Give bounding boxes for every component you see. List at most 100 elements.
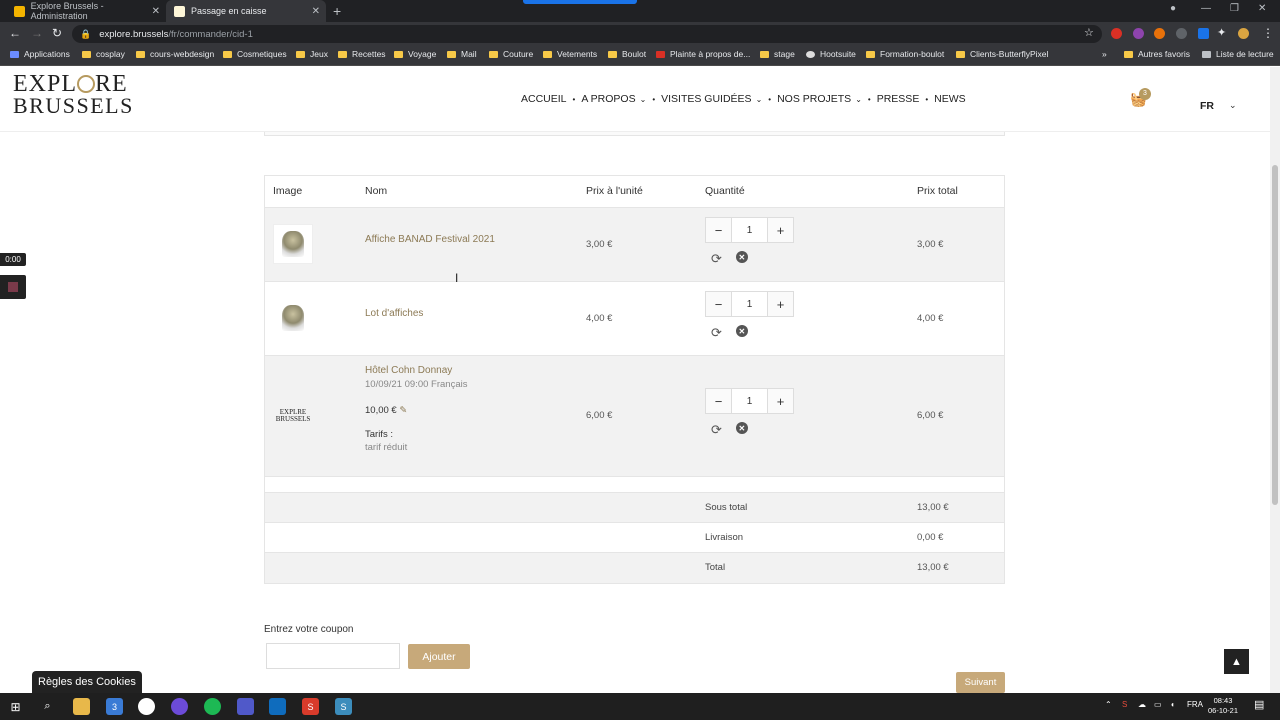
nav-a-propos[interactable]: A PROPOS ⌄ <box>581 93 646 105</box>
decrease-button[interactable]: − <box>705 291 732 317</box>
bookmark-folder[interactable]: Jeux <box>296 49 328 59</box>
coupon-input[interactable] <box>266 643 400 669</box>
back-icon[interactable]: ← <box>9 26 21 40</box>
quantity-input[interactable]: 1 <box>732 217 767 243</box>
product-name-link[interactable]: Hôtel Cohn Donnay <box>365 365 452 376</box>
new-tab-icon[interactable]: + <box>333 3 341 19</box>
bookmark-folder[interactable]: Couture <box>489 49 533 59</box>
increase-button[interactable]: + <box>767 291 794 317</box>
nav-presse[interactable]: PRESSE <box>877 93 920 105</box>
scrollbar-thumb[interactable] <box>1272 165 1278 505</box>
next-button[interactable]: Suivant <box>956 672 1005 693</box>
scroll-to-top-button[interactable]: ▲ <box>1224 649 1249 674</box>
discord-icon[interactable] <box>171 698 188 715</box>
increase-button[interactable]: + <box>767 217 794 243</box>
app-s-blue-icon[interactable]: S <box>335 698 352 715</box>
reload-icon[interactable]: ↻ <box>52 26 62 40</box>
system-clock[interactable]: 08:43 06-10-21 <box>1208 696 1238 716</box>
bookmark-folder[interactable]: Boulot <box>608 49 646 59</box>
pencil-edit-icon[interactable]: ✎ <box>399 405 407 416</box>
restore-icon[interactable]: ❐ <box>1230 3 1239 14</box>
reading-list[interactable]: Liste de lecture <box>1202 49 1274 59</box>
tab-passage-en-caisse[interactable]: Passage en caisse ✕ <box>166 0 326 22</box>
cookie-rules-button[interactable]: Règles des Cookies <box>32 671 142 693</box>
language-selector[interactable]: FR <box>1200 100 1214 112</box>
decrease-button[interactable]: − <box>705 388 732 414</box>
tray-app-icon[interactable]: S <box>1122 700 1127 709</box>
product-name-link[interactable]: Lot d'affiches <box>365 308 423 319</box>
notifications-icon[interactable]: ▤ <box>1254 698 1264 711</box>
minimize-icon[interactable]: — <box>1201 3 1211 14</box>
forward-icon[interactable]: → <box>31 26 43 40</box>
browser-menu-icon[interactable]: ⋮ <box>1262 26 1274 40</box>
extension-red-icon[interactable] <box>1111 28 1122 39</box>
remove-icon[interactable]: ✕ <box>735 325 748 337</box>
close-tab-icon[interactable]: ✕ <box>312 6 320 17</box>
search-icon[interactable]: ⌕ <box>39 698 56 715</box>
network-icon[interactable]: ▭ <box>1154 700 1162 709</box>
volume-icon[interactable]: ◖ <box>1170 700 1175 709</box>
bookmark-folder[interactable]: stage <box>760 49 795 59</box>
extension-orange-icon[interactable] <box>1154 28 1165 39</box>
bookmark-folder-other[interactable]: Autres favoris <box>1124 49 1190 59</box>
recorder-stop-button[interactable] <box>0 275 26 299</box>
bookmark-folder[interactable]: Mail <box>447 49 477 59</box>
bookmark-applications[interactable]: Applications <box>10 49 70 59</box>
cart-button[interactable]: 🧺 3 <box>1130 88 1151 108</box>
extensions-puzzle-icon[interactable]: ✦ <box>1217 26 1226 39</box>
remove-icon[interactable]: ✕ <box>735 422 748 434</box>
increase-button[interactable]: + <box>767 388 794 414</box>
bookmark-folder[interactable]: cosplay <box>82 49 125 59</box>
close-window-icon[interactable]: ✕ <box>1258 3 1266 14</box>
decrease-button[interactable]: − <box>705 217 732 243</box>
bookmark-folder[interactable]: Cosmetiques <box>223 49 287 59</box>
bookmark-star-icon[interactable]: ☆ <box>1084 26 1094 39</box>
extension-grey-icon[interactable] <box>1176 28 1187 39</box>
bookmark-link[interactable]: Hootsuite <box>806 49 856 59</box>
spotify-icon[interactable] <box>204 698 221 715</box>
bookmark-folder[interactable]: Formation-boulot <box>866 49 944 59</box>
outlook-icon[interactable] <box>269 698 286 715</box>
tab-search-icon[interactable]: ● <box>1170 3 1176 14</box>
nav-nos-projets[interactable]: NOS PROJETS ⌄ <box>777 93 862 105</box>
nav-news[interactable]: NEWS <box>934 93 966 105</box>
close-tab-icon[interactable]: ✕ <box>152 6 160 17</box>
remove-icon[interactable]: ✕ <box>735 251 748 263</box>
mail-icon[interactable]: 3 <box>106 698 123 715</box>
input-language[interactable]: FRA <box>1187 700 1203 709</box>
onedrive-icon[interactable]: ☁ <box>1138 700 1146 709</box>
nav-accueil[interactable]: ACCUEIL <box>521 93 567 105</box>
bookmark-folder[interactable]: Clients-ButterflyPixel <box>956 49 1048 59</box>
extension-blue-icon[interactable] <box>1198 28 1209 39</box>
product-thumbnail[interactable] <box>273 298 313 338</box>
refresh-icon[interactable]: ⟳ <box>711 325 722 341</box>
bookmark-folder[interactable]: Voyage <box>394 49 436 59</box>
extension-purple-icon[interactable] <box>1133 28 1144 39</box>
refresh-icon[interactable]: ⟳ <box>711 422 722 438</box>
product-thumbnail[interactable] <box>273 224 313 264</box>
tray-chevron-up-icon[interactable]: ⌃ <box>1105 700 1112 709</box>
bookmarks-overflow-icon[interactable]: » <box>1102 49 1107 59</box>
page-scrollbar[interactable] <box>1270 67 1280 693</box>
product-name-link[interactable]: Affiche BANAD Festival 2021 <box>365 234 495 245</box>
file-explorer-icon[interactable] <box>73 698 90 715</box>
quantity-input[interactable]: 1 <box>732 388 767 414</box>
bookmark-link[interactable]: Plainte à propos de... <box>656 49 750 59</box>
chrome-icon[interactable] <box>138 698 155 715</box>
add-coupon-button[interactable]: Ajouter <box>408 644 470 669</box>
tab-administration[interactable]: Explore Brussels - Administration ✕ <box>6 0 166 22</box>
windows-start-icon[interactable]: ⊞ <box>7 698 24 715</box>
refresh-icon[interactable]: ⟳ <box>711 251 722 267</box>
product-thumbnail[interactable]: EXPLRE BRUSSELS <box>273 396 313 436</box>
chevron-down-icon[interactable]: ⌄ <box>1229 100 1237 111</box>
bookmark-folder[interactable]: Recettes <box>338 49 386 59</box>
app-s-red-icon[interactable]: S <box>302 698 319 715</box>
bookmark-folder[interactable]: Vetements <box>543 49 597 59</box>
quantity-input[interactable]: 1 <box>732 291 767 317</box>
site-logo[interactable]: EXPL RE BRUSSELS <box>13 72 134 117</box>
bookmark-folder[interactable]: cours-webdesign <box>136 49 214 59</box>
nav-visites-guidees[interactable]: VISITES GUIDÉES ⌄ <box>661 93 762 105</box>
address-bar[interactable]: 🔒 explore.brussels/fr/commander/cid-1 <box>72 25 1102 43</box>
teams-icon[interactable] <box>237 698 254 715</box>
profile-avatar[interactable] <box>1238 28 1249 39</box>
